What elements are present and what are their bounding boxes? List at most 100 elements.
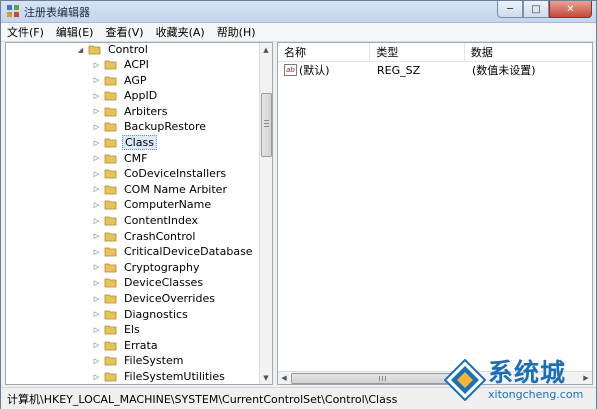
grip-line [264, 123, 269, 124]
tree-node-label: Cryptography [124, 260, 200, 274]
expand-arrow-icon[interactable]: ▷ [92, 356, 101, 365]
menu-file[interactable]: 文件(F) [7, 24, 44, 40]
tree-node[interactable]: ▷ DeviceOverrides [92, 291, 217, 306]
expand-arrow-icon[interactable]: ▷ [92, 247, 101, 256]
expand-arrow-icon[interactable]: ▷ [92, 122, 101, 131]
expand-arrow-icon[interactable]: ▷ [92, 325, 101, 334]
tree-node[interactable]: ▷ DeviceClasses [92, 275, 205, 290]
tree-node[interactable]: ▷ CoDeviceInstallers [92, 166, 228, 181]
expand-arrow-icon[interactable]: ▷ [92, 91, 101, 100]
column-header-type[interactable]: 类型 [370, 43, 465, 61]
values-pane[interactable]: 名称 类型 数据 ab (默认) REG_SZ (数值未设置) ◀ ▶ [277, 42, 593, 385]
watermark-url: xitongcheng.com [488, 388, 584, 401]
expand-arrow-icon[interactable]: ▷ [92, 76, 101, 85]
tree-node[interactable]: ▷ ACPI [92, 57, 151, 72]
folder-icon [104, 310, 117, 319]
tree-node-control[interactable]: ◢ Control [76, 43, 150, 57]
tree-node[interactable]: ▷ Class [92, 135, 157, 150]
tree-node-label: ContentIndex [124, 214, 199, 227]
tree-node-label: CMF [124, 151, 148, 165]
column-header-name[interactable]: 名称 [278, 43, 371, 61]
folder-icon [104, 278, 117, 288]
value-type: REG_SZ [377, 63, 421, 77]
tree-node[interactable]: ▷ Els [92, 322, 142, 337]
tree-node[interactable]: ▷ ContentIndex [92, 213, 200, 228]
close-button[interactable]: ✕ [549, 1, 592, 18]
menu-favorites[interactable]: 收藏夹(A) [156, 24, 205, 40]
tree-node[interactable]: ▷ Diagnostics [92, 307, 190, 322]
expand-arrow-icon[interactable]: ▷ [92, 154, 101, 163]
folder-icon [104, 263, 117, 273]
tree-node-label: BackupRestore [124, 120, 207, 134]
tree-node[interactable]: ▷ Cryptography [92, 260, 201, 275]
expand-arrow-icon[interactable]: ▷ [92, 169, 101, 178]
folder-icon [104, 154, 117, 163]
value-data: (数值未设置) [472, 64, 536, 77]
key-tree-pane[interactable]: ◢ Control ▷ ACPI ▷ AGP ▷ AppID ▷ Arbiters ▷ Backu… [5, 42, 273, 385]
tree-node[interactable]: ▷ CMF [92, 151, 150, 166]
values-list-row[interactable]: ab (默认) REG_SZ (数值未设置) [278, 62, 592, 78]
tree-node-label: FileSystem [124, 354, 184, 368]
tree-node-label: Els [124, 323, 140, 337]
tree-node[interactable]: ▷ ComputerName [92, 197, 213, 212]
folder-icon [104, 76, 117, 85]
expand-arrow-icon[interactable]: ▷ [92, 310, 101, 319]
expand-arrow-icon[interactable]: ▷ [92, 341, 101, 350]
tree-node[interactable]: ▷ AppID [92, 88, 159, 103]
registry-tree: ◢ Control ▷ ACPI ▷ AGP ▷ AppID ▷ Arbiters ▷ Backu… [6, 43, 262, 384]
column-header-data[interactable]: 数据 [465, 43, 592, 61]
tree-node[interactable]: ▷ COM Name Arbiter [92, 182, 229, 197]
folder-icon [104, 185, 117, 195]
tree-node-label: Errata [124, 338, 158, 352]
tree-node[interactable]: ▷ FileSystemUtilities [92, 369, 227, 384]
expand-arrow-icon[interactable]: ▷ [92, 200, 101, 209]
expand-arrow-icon[interactable]: ▷ [92, 294, 101, 303]
tree-node[interactable]: ▷ CriticalDeviceDatabase [92, 244, 255, 259]
folder-icon [104, 91, 117, 101]
tree-node[interactable]: ▷ Arbiters [92, 104, 169, 119]
folder-open-icon [88, 45, 101, 55]
tree-node-label: Control [108, 43, 148, 56]
expand-arrow-icon[interactable]: ▷ [92, 138, 101, 147]
expand-arrow-icon[interactable]: ▷ [92, 278, 101, 287]
tree-node-label: Arbiters [124, 104, 168, 118]
tree-node[interactable]: ▷ FileSystem [92, 353, 185, 368]
tree-node-label: ACPI [124, 58, 149, 71]
tree-scroll-thumb[interactable] [261, 93, 272, 157]
expand-arrow-icon[interactable]: ▷ [92, 60, 101, 69]
expand-arrow-icon[interactable]: ▷ [92, 185, 101, 194]
watermark-logo-icon [444, 359, 486, 401]
minimize-button[interactable]: ─ [497, 1, 523, 18]
expand-arrow-icon[interactable]: ▷ [92, 216, 101, 225]
expand-arrow-icon[interactable]: ▷ [92, 372, 101, 381]
scroll-up-arrow-icon[interactable]: ▲ [260, 43, 272, 56]
folder-icon [104, 356, 117, 366]
tree-node[interactable]: ▷ AGP [92, 73, 149, 88]
tree-vertical-scrollbar[interactable]: ▲ ▼ [259, 43, 272, 384]
collapse-arrow-icon[interactable]: ◢ [76, 45, 85, 54]
tree-node[interactable]: ▷ CrashControl [92, 229, 197, 244]
grip-line [382, 376, 383, 381]
value-name-cell: ab (默认) [278, 62, 371, 78]
tree-node[interactable]: ▷ BackupRestore [92, 119, 208, 134]
window-title: 注册表编辑器 [24, 6, 90, 19]
tree-node-label: DeviceOverrides [124, 292, 215, 305]
expand-arrow-icon[interactable]: ▷ [92, 107, 101, 116]
scroll-down-arrow-icon[interactable]: ▼ [260, 371, 272, 384]
expand-arrow-icon[interactable]: ▷ [92, 263, 101, 272]
tree-node-label: COM Name Arbiter [124, 182, 227, 196]
menu-help[interactable]: 帮助(H) [217, 24, 256, 40]
menu-view[interactable]: 查看(V) [105, 24, 143, 40]
scroll-left-arrow-icon[interactable]: ◀ [278, 372, 290, 383]
folder-icon [104, 216, 117, 226]
expand-arrow-icon[interactable]: ▷ [92, 232, 101, 241]
maximize-button[interactable]: □ [523, 1, 549, 18]
status-path: 计算机\HKEY_LOCAL_MACHINE\SYSTEM\CurrentCon… [7, 392, 398, 406]
tree-node-label: CrashControl [124, 229, 196, 243]
tree-node[interactable]: ▷ Errata [92, 338, 160, 353]
site-watermark: 系统城 xitongcheng.com [444, 353, 594, 407]
folder-icon [104, 138, 117, 148]
title-bar[interactable]: 注册表编辑器 ─ □ ✕ [1, 1, 596, 23]
folder-icon [104, 232, 117, 241]
menu-edit[interactable]: 编辑(E) [56, 24, 94, 40]
